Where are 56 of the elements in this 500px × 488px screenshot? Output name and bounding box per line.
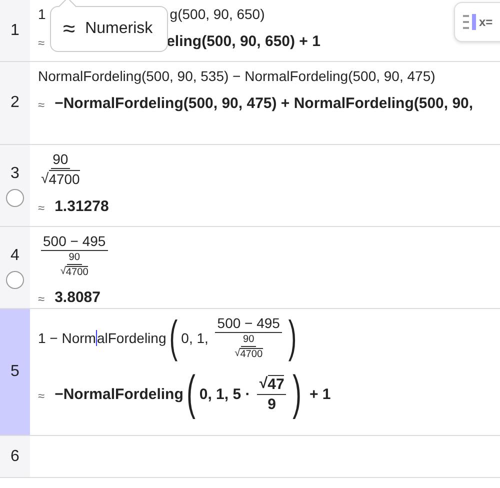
approx-sign: ≈	[38, 389, 45, 403]
expression-text: 0, 1,	[181, 330, 210, 346]
toolbar-label: x=	[479, 15, 493, 29]
expression-text: 4700	[240, 349, 263, 360]
radical-sign: √	[234, 348, 240, 359]
row-number: 6	[10, 448, 20, 466]
approx-sign: ≈	[38, 201, 45, 215]
row-number: 4	[10, 246, 20, 264]
expression-text: NormalFordeling(500, 90, 535) − NormalFordeling(500, 90, 475)	[38, 68, 436, 84]
row-number: 2	[10, 94, 20, 112]
expression-text: 47	[268, 376, 284, 393]
expression-text: 3.8087	[54, 288, 100, 306]
expression-text: 1.31278	[54, 198, 109, 214]
row-header[interactable]: 1	[0, 0, 30, 61]
expression-text: 4700	[66, 267, 88, 278]
approx-sign: ≈	[38, 292, 45, 306]
close-paren: )	[292, 370, 302, 418]
expression-text: 0, 1, 5 ·	[199, 386, 252, 402]
row-number: 3	[10, 164, 20, 182]
radical-sign: √	[41, 170, 49, 186]
list-icon	[463, 13, 477, 31]
close-paren: )	[288, 315, 297, 360]
expression-text: 9	[268, 396, 276, 413]
radical-sign: √	[60, 266, 66, 277]
expression-text: 90	[243, 334, 254, 345]
row-number: 5	[10, 363, 20, 381]
expression-text: 90	[52, 151, 68, 167]
approx-sign: ≈	[38, 36, 45, 50]
expression-text: −NormalFordeling	[54, 386, 184, 402]
approx-symbol: ≈	[63, 16, 76, 42]
expression-text: + 1	[308, 386, 331, 402]
expression-text: 500 − 495	[217, 315, 280, 331]
expression-text: g(500, 90, 650)	[170, 6, 265, 22]
expression-text: alFordeling	[96, 330, 166, 346]
text-cursor	[96, 330, 97, 346]
row-header[interactable]: 3	[0, 145, 30, 226]
toolbar-button[interactable]: x=	[454, 2, 500, 42]
expression-text: eling(500, 90, 650) + 1	[166, 32, 320, 50]
visibility-toggle[interactable]	[6, 270, 24, 288]
open-paren: (	[186, 370, 196, 418]
expression-text: −NormalFordeling(500, 90, 475) + NormalFordeling(500, 90,	[54, 94, 474, 112]
expression-text: 90	[68, 252, 80, 263]
visibility-toggle[interactable]	[6, 188, 24, 206]
row-header[interactable]: 6	[0, 436, 30, 477]
expression-text: 4700	[48, 171, 80, 187]
open-paren: (	[170, 315, 178, 360]
expression-text: 500 − 495	[43, 233, 106, 249]
row-header[interactable]: 5	[0, 309, 30, 435]
expression-text: 1 − Norm	[38, 330, 96, 346]
expression-text: 1	[38, 6, 46, 22]
row-header[interactable]: 2	[0, 62, 30, 144]
approx-sign: ≈	[38, 98, 45, 112]
popup-label: Numerisk	[85, 20, 153, 38]
row-number: 1	[10, 22, 20, 40]
radical-sign: √	[259, 375, 268, 392]
row-header[interactable]: 4	[0, 227, 30, 308]
